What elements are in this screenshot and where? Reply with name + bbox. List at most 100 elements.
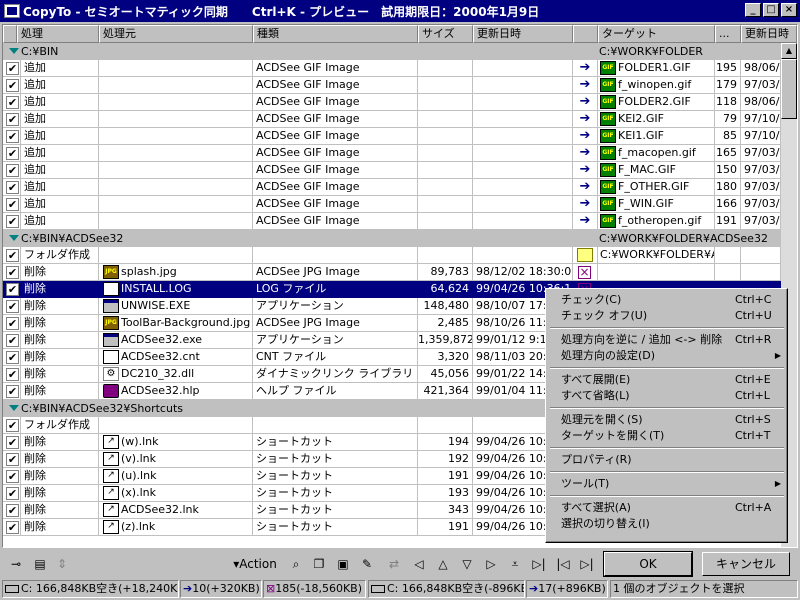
row-checkbox[interactable]: ✔	[6, 334, 19, 347]
expand-arrow-icon[interactable]	[9, 405, 19, 411]
pin-icon[interactable]: ⊸	[6, 554, 26, 574]
context-menu-item[interactable]: 選択の切り替え(I)	[548, 516, 786, 532]
table-row[interactable]: ✔ 追加 ACDSee GIF Image ➔ GIF FOLDER2.GIF 118 98/…	[3, 94, 781, 111]
down-icon[interactable]: ▽	[458, 554, 476, 574]
row-checkbox[interactable]: ✔	[6, 249, 19, 262]
row-checkbox[interactable]: ✔	[6, 419, 19, 432]
scroll-up-button[interactable]: ▲	[781, 43, 797, 59]
check-cell: ✔	[3, 417, 21, 434]
close-button[interactable]: ×	[781, 3, 797, 17]
expand-arrow-icon[interactable]	[9, 48, 19, 54]
skip-first-icon[interactable]: |◁	[554, 554, 572, 574]
last-icon[interactable]: ▷|	[530, 554, 548, 574]
row-checkbox[interactable]: ✔	[6, 385, 19, 398]
header-target-size[interactable]: ...	[715, 25, 741, 43]
table-row[interactable]: ✔ 追加 ACDSee GIF Image ➔ GIF F_WIN.GIF 166 97/03…	[3, 196, 781, 213]
table-row[interactable]: ✔ 追加 ACDSee GIF Image ➔ GIF F_MAC.GIF 150 97/03…	[3, 162, 781, 179]
save-icon[interactable]: ▣	[334, 554, 352, 574]
swap-icon[interactable]: ⇄	[385, 554, 403, 574]
row-checkbox[interactable]: ✔	[6, 113, 19, 126]
check-cell: ✔	[3, 298, 21, 315]
action-menu-button[interactable]: ▾Action	[230, 554, 280, 574]
up-icon[interactable]: △	[434, 554, 452, 574]
row-checkbox[interactable]: ✔	[6, 283, 19, 296]
row-checkbox[interactable]: ✔	[6, 79, 19, 92]
row-checkbox[interactable]: ✔	[6, 215, 19, 228]
header-target[interactable]: ターゲット	[598, 25, 715, 43]
table-row[interactable]: ✔ 追加 ACDSee GIF Image ➔ GIF KEI2.GIF 79 97/10/	[3, 111, 781, 128]
header-source[interactable]: 処理元	[99, 25, 253, 43]
size-cell	[418, 60, 473, 77]
table-row[interactable]: ✔ 追加 ACDSee GIF Image ➔ GIF FOLDER1.GIF 195 98/…	[3, 60, 781, 77]
app-icon[interactable]	[4, 4, 20, 18]
row-checkbox[interactable]: ✔	[6, 96, 19, 109]
context-menu-item[interactable]: 処理方向を逆に / 追加 <-> 削除 Ctrl+R	[548, 332, 786, 348]
edit-icon[interactable]: ✎	[358, 554, 376, 574]
copy-icon[interactable]: ❐	[310, 554, 328, 574]
row-checkbox[interactable]: ✔	[6, 62, 19, 75]
table-row[interactable]: ✔ 追加 ACDSee GIF Image ➔ GIF f_macopen.gif 165 9…	[3, 145, 781, 162]
date-cell	[473, 94, 573, 111]
context-menu-item[interactable]: ターゲットを開く(T) Ctrl+T	[548, 428, 786, 444]
expand-arrow-icon[interactable]	[9, 235, 19, 241]
next-icon[interactable]: ▷	[482, 554, 500, 574]
table-row[interactable]: ✔ 追加 ACDSee GIF Image ➔ GIF F_OTHER.GIF 180 97/…	[3, 179, 781, 196]
ok-button[interactable]: OK	[603, 551, 693, 577]
row-checkbox[interactable]: ✔	[6, 436, 19, 449]
cancel-button[interactable]: キャンセル	[702, 552, 790, 576]
row-checkbox[interactable]: ✔	[6, 317, 19, 330]
header-type[interactable]: 種類	[253, 25, 418, 43]
row-checkbox[interactable]: ✔	[6, 521, 19, 534]
context-menu-item[interactable]: すべて省略(L) Ctrl+L	[548, 388, 786, 404]
header-target-date[interactable]: 更新日時	[741, 25, 797, 43]
context-menu-item[interactable]: チェック(C) Ctrl+C	[548, 292, 786, 308]
table-row[interactable]: ✔ 追加 ACDSee GIF Image ➔ GIF f_otheropen.gif 19…	[3, 213, 781, 230]
context-menu-item[interactable]: チェック オフ(U) Ctrl+U	[548, 308, 786, 324]
table-row[interactable]: ✔ 追加 ACDSee GIF Image ➔ GIF f_winopen.gif 179 9…	[3, 77, 781, 94]
row-checkbox[interactable]: ✔	[6, 487, 19, 500]
row-checkbox[interactable]: ✔	[6, 147, 19, 160]
table-row[interactable]: ✔フォルダ作成 C:¥WORK¥FOLDER¥ACDSee32	[3, 247, 781, 264]
group-header[interactable]: C:¥BIN¥ACDSee32 C:¥WORK¥FOLDER¥ACDSee32	[3, 230, 781, 247]
row-checkbox[interactable]: ✔	[6, 164, 19, 177]
maximize-button[interactable]: □	[763, 3, 779, 17]
row-checkbox[interactable]: ✔	[6, 453, 19, 466]
row-checkbox[interactable]: ✔	[6, 130, 19, 143]
context-menu-item[interactable]: すべて展開(E) Ctrl+E	[548, 372, 786, 388]
row-checkbox[interactable]: ✔	[6, 351, 19, 364]
context-menu-item[interactable]: すべて選択(A) Ctrl+A	[548, 500, 786, 516]
row-checkbox[interactable]: ✔	[6, 198, 19, 211]
row-checkbox[interactable]: ✔	[6, 470, 19, 483]
view-icon[interactable]: ▤	[30, 554, 50, 574]
gif-file-icon: GIF	[600, 129, 616, 143]
header-size[interactable]: サイズ	[418, 25, 473, 43]
group-header[interactable]: C:¥BIN C:¥WORK¥FOLDER	[3, 43, 781, 60]
row-checkbox[interactable]: ✔	[6, 504, 19, 517]
row-checkbox[interactable]: ✔	[6, 368, 19, 381]
scroll-thumb[interactable]	[781, 59, 797, 119]
skip-last-icon[interactable]: ▷|	[578, 554, 596, 574]
source-file-name: (u).lnk	[121, 469, 157, 482]
row-checkbox[interactable]: ✔	[6, 181, 19, 194]
context-menu-item[interactable]: 処理元を開く(S) Ctrl+S	[548, 412, 786, 428]
action-cell: 削除	[21, 315, 99, 332]
action-cell: 削除	[21, 434, 99, 451]
target-drive-text: C: 166,848KB空き(-896KB)	[387, 582, 525, 595]
row-checkbox[interactable]: ✔	[6, 300, 19, 313]
prev-icon[interactable]: ◁	[410, 554, 428, 574]
header-action[interactable]: 処理	[17, 25, 99, 43]
source-name-cell	[99, 247, 253, 264]
minimize-button[interactable]: _	[745, 3, 761, 17]
header-check[interactable]	[3, 25, 17, 43]
context-menu-item[interactable]: ツール(T) ▶	[548, 476, 786, 492]
down-double-icon[interactable]: ⩡	[506, 554, 524, 574]
row-checkbox[interactable]: ✔	[6, 266, 19, 279]
find-icon[interactable]: ⌕	[287, 554, 305, 574]
header-date[interactable]: 更新日時	[473, 25, 573, 43]
table-row[interactable]: ✔ 削除 JPG splash.jpg ACDSee JPG Image 89,783 98…	[3, 264, 781, 281]
header-direction[interactable]	[573, 25, 598, 43]
table-row[interactable]: ✔ 追加 ACDSee GIF Image ➔ GIF KEI1.GIF 85 97/10/	[3, 128, 781, 145]
context-menu-item[interactable]: 処理方向の設定(D) ▶	[548, 348, 786, 364]
context-menu-item[interactable]: プロパティ(R)	[548, 452, 786, 468]
updown-icon[interactable]: ⇕	[54, 554, 70, 574]
